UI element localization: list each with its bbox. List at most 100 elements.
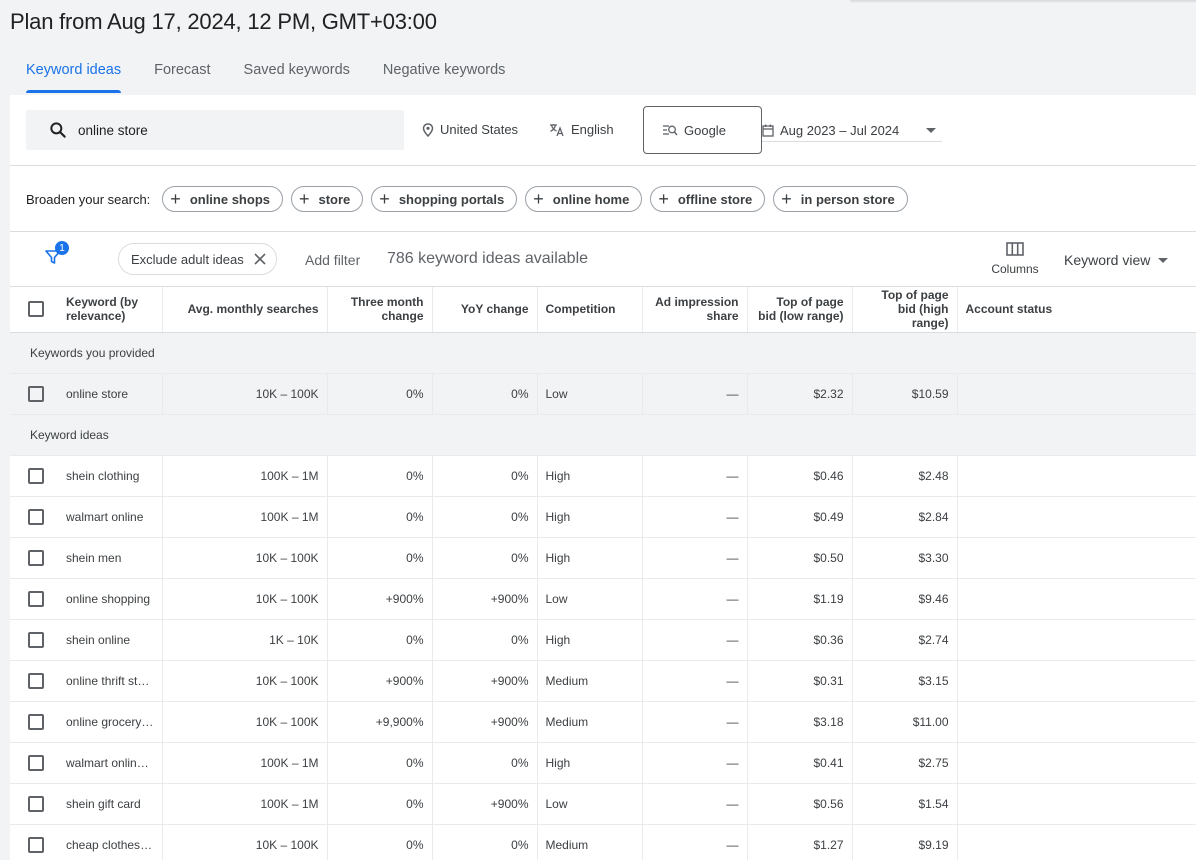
row-checkbox[interactable]: [28, 713, 44, 730]
broaden-chip[interactable]: + store: [290, 186, 364, 212]
group-row-provided: Keywords you provided: [10, 332, 1196, 374]
row-checkbox[interactable]: [28, 836, 44, 853]
table-row[interactable]: shein gift card 100K – 1M 0% +900% Low — $0.56…: [10, 783, 1196, 825]
bid-high-cell: $2.48: [852, 455, 958, 497]
language-selector[interactable]: English: [549, 122, 614, 137]
chip-label: store: [318, 191, 351, 207]
table-row[interactable]: walmart online 100K – 1M 0% 0% High — $0.49 $2.…: [10, 496, 1196, 538]
location-selector[interactable]: United States: [422, 122, 518, 137]
table-row[interactable]: shein men 10K – 100K 0% 0% High — $0.50 $3.30: [10, 537, 1196, 579]
broaden-chip[interactable]: + online shops: [162, 186, 283, 212]
date-range-selector[interactable]: Aug 2023 – Jul 2024: [762, 120, 942, 142]
select-all-checkbox[interactable]: [28, 301, 44, 318]
search-input[interactable]: [78, 120, 378, 140]
broaden-chip[interactable]: + in person store: [773, 186, 908, 212]
column-header-ad-impression-share[interactable]: Ad impression share: [642, 287, 748, 333]
overlay-shadow: [850, 0, 1196, 3]
row-select-cell: [10, 660, 62, 702]
row-checkbox[interactable]: [28, 385, 44, 402]
row-select-cell: [10, 537, 62, 579]
avg-searches-cell: 10K – 100K: [162, 578, 328, 620]
three-month-change-cell: 0%: [327, 742, 433, 784]
ad-impression-share-cell: —: [642, 578, 748, 620]
table-row[interactable]: online shopping 10K – 100K +900% +900% Low — $…: [10, 578, 1196, 620]
chip-label: online shops: [189, 191, 270, 207]
group-label: Keyword ideas: [10, 414, 1196, 456]
row-checkbox[interactable]: [28, 467, 44, 484]
plus-icon: +: [379, 189, 390, 209]
broaden-chip[interactable]: + online home: [525, 186, 643, 212]
keyword-cell: online grocery …: [62, 701, 163, 743]
columns-button[interactable]: Columns: [990, 242, 1040, 276]
column-header-bid-high[interactable]: Top of page bid (high range): [852, 287, 958, 333]
table-row[interactable]: walmart online… 100K – 1M 0% 0% High — $0.41 $2…: [10, 742, 1196, 784]
columns-label: Columns: [991, 262, 1039, 276]
row-select-cell: [10, 824, 62, 860]
column-header-keyword[interactable]: Keyword (by relevance): [62, 287, 163, 333]
tab-forecast[interactable]: Forecast: [154, 62, 210, 92]
yoy-change-cell: 0%: [432, 455, 538, 497]
table-row[interactable]: shein online 1K – 10K 0% 0% High — $0.36 $2.74: [10, 619, 1196, 661]
avg-searches-cell: 1K – 10K: [162, 619, 328, 661]
column-header-account-status[interactable]: Account status: [957, 287, 1196, 333]
column-header-yoy-change[interactable]: YoY change: [432, 287, 538, 333]
plus-icon: +: [658, 189, 669, 209]
row-checkbox[interactable]: [28, 631, 44, 648]
competition-cell: Low: [537, 783, 643, 825]
account-status-cell: [957, 619, 1196, 661]
account-status-cell: [957, 783, 1196, 825]
column-header-bid-low[interactable]: Top of page bid (low range): [747, 287, 853, 333]
ad-impression-share-cell: —: [642, 496, 748, 538]
network-label: Google: [684, 122, 726, 138]
table-row[interactable]: online grocery … 10K – 100K +9,900% +900% Me…: [10, 701, 1196, 743]
chevron-down-icon: [926, 128, 936, 133]
columns-icon: [1006, 242, 1024, 256]
yoy-change-cell: +900%: [432, 701, 538, 743]
broaden-search-bar: Broaden your search: + online shops + stor…: [26, 186, 916, 212]
exclude-adult-chip[interactable]: Exclude adult ideas: [118, 243, 277, 275]
broaden-chip[interactable]: + offline store: [650, 186, 766, 212]
row-checkbox[interactable]: [28, 754, 44, 771]
ad-impression-share-cell: —: [642, 824, 748, 860]
table-toolbar: 1 Exclude adult ideas Add filter 786 key…: [10, 232, 1196, 287]
competition-cell: High: [537, 455, 643, 497]
column-header-competition[interactable]: Competition: [537, 287, 643, 333]
bid-low-cell: $0.50: [747, 537, 853, 579]
row-checkbox[interactable]: [28, 549, 44, 566]
search-icon: [50, 122, 66, 138]
account-status-cell: [957, 455, 1196, 497]
location-label: United States: [440, 122, 519, 137]
add-filter-button[interactable]: Add filter: [305, 252, 360, 268]
competition-cell: Low: [537, 373, 643, 415]
plus-icon: +: [298, 189, 310, 209]
close-icon[interactable]: [254, 253, 266, 265]
row-checkbox[interactable]: [28, 508, 44, 525]
search-network-button[interactable]: Google: [643, 106, 762, 154]
table-row[interactable]: online store 10K – 100K 0% 0% Low — $2.32 $10.5…: [10, 373, 1196, 415]
keyword-search-bar: [26, 110, 404, 150]
bid-low-cell: $1.27: [747, 824, 853, 860]
tab-negative-keywords[interactable]: Negative keywords: [383, 62, 506, 92]
language-label: English: [571, 122, 614, 137]
row-checkbox[interactable]: [28, 672, 44, 689]
row-select-cell: [10, 373, 62, 415]
keyword-view-dropdown[interactable]: Keyword view: [1064, 252, 1169, 268]
tab-saved-keywords[interactable]: Saved keywords: [244, 62, 350, 92]
table-row[interactable]: online thrift st… 10K – 100K +900% +900% Med…: [10, 660, 1196, 702]
table-row[interactable]: cheap clothes … 10K – 100K 0% 0% Medium — $1.2…: [10, 824, 1196, 860]
filter-button[interactable]: 1: [45, 241, 69, 270]
column-header-three-month-change[interactable]: Three month change: [327, 287, 433, 333]
column-header-avg-searches[interactable]: Avg. monthly searches: [162, 287, 328, 333]
table-row[interactable]: shein clothing 100K – 1M 0% 0% High — $0.46 $2.…: [10, 455, 1196, 497]
row-checkbox[interactable]: [28, 795, 44, 812]
tab-keyword-ideas[interactable]: Keyword ideas: [26, 62, 122, 93]
competition-cell: Medium: [537, 824, 643, 860]
three-month-change-cell: 0%: [327, 824, 433, 860]
row-select-cell: [10, 496, 62, 538]
broaden-chip[interactable]: + shopping portals: [371, 186, 518, 212]
ad-impression-share-cell: —: [642, 373, 748, 415]
chip-label: online home: [552, 191, 630, 207]
row-checkbox[interactable]: [28, 590, 44, 607]
avg-searches-cell: 10K – 100K: [162, 824, 328, 860]
bid-high-cell: $2.84: [852, 496, 958, 538]
